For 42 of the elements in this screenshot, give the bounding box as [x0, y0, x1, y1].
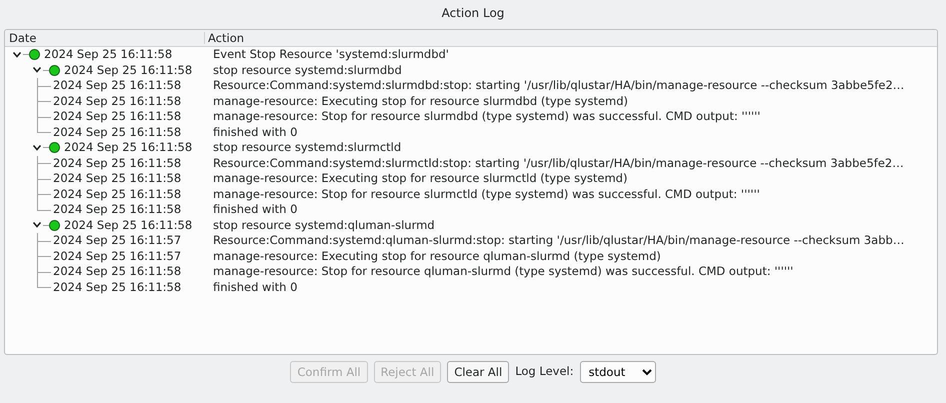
- date-cell: 2024 Sep 25 16:11:58: [64, 62, 192, 79]
- action-cell-text: manage-resource: Stop for resource slurmdbd (type systemd) was successful. CMD output: '''''': [212, 108, 760, 126]
- date-cell: 2024 Sep 25 16:11:58: [53, 186, 182, 203]
- action-cell-text: manage-resource: Executing stop for resource slurmctld (type systemd): [212, 170, 628, 188]
- action-cell-text: Resource:Command:systemd:qluman-slurmd:stop: starting '/usr/lib/qlustar/HA/bin/manage-resource --checksum 3abb…: [212, 232, 904, 250]
- date-cell: 2024 Sep 25 16:11:58: [44, 46, 172, 64]
- action-cell-text: Resource:Command:systemd:slurmctld:stop: starting '/usr/lib/qlustar/HA/bin/manage-resource --checksum 3abbe5fe2…: [212, 154, 904, 172]
- status-dot-icon: [29, 49, 40, 60]
- window-title: Action Log: [442, 5, 504, 22]
- date-cell: 2024 Sep 25 16:11:58: [53, 201, 182, 218]
- log-level-dropdown[interactable]: stdout: [580, 361, 656, 383]
- action-cell-text: manage-resource: Executing stop for resource qluman-slurmd (type systemd): [212, 248, 661, 265]
- status-dot-icon: [49, 64, 60, 76]
- action-cell-text: Resource:Command:systemd:slurmdbd:stop: starting '/usr/lib/qlustar/HA/bin/manage-resource --checksum 3abbe5fe2…: [212, 77, 904, 94]
- log-level-label: Log Level:: [515, 363, 574, 380]
- action-cell-text: stop resource systemd:slurmctld: [212, 139, 402, 156]
- date-cell: 2024 Sep 25 16:11:58: [53, 263, 182, 280]
- status-dot-icon: [49, 220, 60, 231]
- action-button[interactable]: Clear All: [447, 361, 510, 383]
- action-cell-text: manage-resource: Stop for resource qluman-slurmd (type systemd) was successful. CMD output: '''''': [212, 263, 794, 280]
- date-cell: 2024 Sep 25 16:11:58: [53, 170, 182, 188]
- date-cell: 2024 Sep 25 16:11:58: [53, 92, 182, 110]
- date-cell: 2024 Sep 25 16:11:58: [53, 77, 182, 94]
- date-cell: 2024 Sep 25 16:11:57: [53, 232, 182, 250]
- date-cell: 2024 Sep 25 16:11:58: [53, 154, 182, 172]
- date-cell: 2024 Sep 25 16:11:57: [53, 248, 182, 265]
- action-cell-text: finished with 0: [212, 278, 298, 296]
- column-header[interactable]: Action: [205, 30, 244, 46]
- action-cell-text: Event Stop Resource 'systemd:slurmdbd': [212, 46, 449, 64]
- date-cell: 2024 Sep 25 16:11:58: [53, 108, 182, 126]
- action-cell-text: stop resource systemd:slurmdbd: [212, 62, 402, 79]
- date-cell: 2024 Sep 25 16:11:58: [53, 124, 182, 141]
- date-cell: 2024 Sep 25 16:11:58: [64, 139, 192, 156]
- action-cell-text: manage-resource: Stop for resource slurmctld (type systemd) was successful. CMD output: '''''': [212, 186, 760, 203]
- date-cell: 2024 Sep 25 16:11:58: [53, 278, 182, 296]
- action-cell-text: finished with 0: [212, 124, 298, 141]
- column-header[interactable]: Date: [5, 32, 205, 44]
- action-cell-text: stop resource systemd:qluman-slurmd: [212, 216, 435, 234]
- action-cell-text: manage-resource: Executing stop for resource slurmdbd (type systemd): [212, 92, 628, 110]
- date-cell: 2024 Sep 25 16:11:58: [64, 216, 192, 234]
- action-cell-text: finished with 0: [212, 201, 298, 218]
- status-dot-icon: [49, 142, 60, 154]
